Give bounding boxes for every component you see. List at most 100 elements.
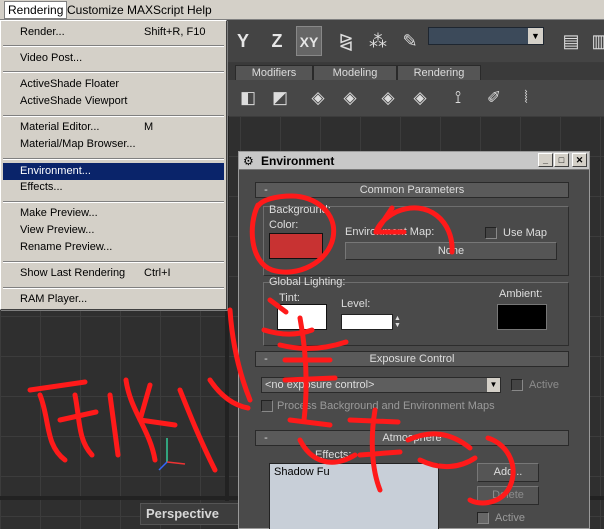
plane-icon[interactable]: ◩: [267, 86, 293, 110]
menu-item-label: RAM Player...: [20, 293, 88, 305]
chevron-down-icon: ▼: [528, 28, 543, 44]
menu-rendering[interactable]: Rendering: [4, 1, 68, 19]
optimize-icon[interactable]: ◈: [407, 86, 433, 110]
menu-separator: [3, 158, 224, 160]
use-map-label: Use Map: [503, 227, 548, 239]
background-color-swatch[interactable]: [269, 233, 323, 259]
main-toolbar: Y Z XY ⧎ ⁂ ✎ ▤ ▥: [225, 20, 604, 62]
menu-item-render[interactable]: Render... Shift+R, F10: [3, 24, 224, 41]
tab-rendering[interactable]: Rendering: [397, 65, 481, 80]
menu-maxscript[interactable]: MAXScript: [127, 3, 184, 17]
menu-item-label: Render...: [20, 26, 65, 38]
list-item[interactable]: Shadow Fu: [274, 466, 330, 478]
exposure-active-label: Active: [529, 379, 559, 391]
rollout-title: Atmosphere: [382, 432, 442, 444]
tab-panel-shelf: ◧ ◩ ◈ ◈ ◈ ◈ ⟟ ✐ ⦚: [225, 80, 604, 116]
menu-item-show-last-rendering[interactable]: Show Last Rendering Ctrl+I: [3, 265, 224, 282]
process-background-checkbox[interactable]: [261, 400, 273, 412]
exposure-control-dropdown[interactable]: <no exposure control> ▼: [261, 377, 501, 393]
menu-separator: [3, 115, 224, 117]
menu-separator: [3, 201, 224, 203]
atmosphere-active-checkbox[interactable]: [477, 512, 489, 524]
schematic-icon[interactable]: ▥: [587, 28, 604, 54]
menu-item-label: ActiveShade Floater: [20, 78, 120, 90]
background-label: Background:: [269, 204, 331, 216]
menu-item-label: Video Post...: [20, 52, 83, 64]
menu-item-ram-player[interactable]: RAM Player...: [3, 291, 224, 308]
delete-effect-button[interactable]: Delete: [477, 486, 539, 505]
maximize-button[interactable]: □: [554, 153, 569, 167]
rendering-menu: Render... Shift+R, F10 Video Post... Act…: [0, 20, 227, 310]
viewport-label[interactable]: Perspective: [140, 503, 240, 525]
menu-item-label: Material Editor...: [20, 121, 100, 133]
mesh-icon[interactable]: ◈: [305, 86, 331, 110]
tint-label: Tint:: [279, 292, 300, 304]
add-effect-button[interactable]: Add...: [477, 463, 539, 482]
box-icon[interactable]: ◧: [235, 86, 261, 110]
collapse-icon: -: [264, 353, 268, 365]
menu-item-label: Make Preview...: [20, 207, 98, 219]
effects-label: Effects:: [315, 449, 352, 461]
named-selection-dropdown[interactable]: ▼: [428, 27, 544, 45]
menu-item-activeshade-floater[interactable]: ActiveShade Floater: [3, 76, 224, 93]
exposure-control-rollout[interactable]: - Exposure Control: [255, 351, 569, 367]
exposure-active-checkbox[interactable]: [511, 379, 523, 391]
menu-separator: [3, 287, 224, 289]
axis-xy-button[interactable]: XY: [296, 26, 322, 56]
menu-item-environment[interactable]: Environment...: [3, 163, 224, 180]
menu-item-make-preview[interactable]: Make Preview...: [3, 205, 224, 222]
light-icon[interactable]: ✐: [481, 86, 507, 110]
menu-item-effects[interactable]: Effects...: [3, 179, 224, 196]
tab-modeling[interactable]: Modeling: [313, 65, 397, 80]
axis-z-button[interactable]: Z: [264, 26, 290, 56]
process-background-label: Process Background and Environment Maps: [277, 400, 495, 412]
color-label: Color:: [269, 219, 299, 231]
environment-map-label: Environment Map:: [345, 226, 435, 238]
mesh-smooth-icon[interactable]: ◈: [337, 86, 363, 110]
spring-icon[interactable]: ⦚: [513, 86, 539, 110]
tab-modifiers[interactable]: Modifiers: [235, 65, 313, 80]
environment-map-button[interactable]: None: [345, 242, 557, 260]
axis-tripod-icon: [158, 438, 186, 471]
level-spinner-input[interactable]: [341, 314, 393, 330]
menu-item-label: Show Last Rendering: [20, 267, 126, 279]
chevron-down-icon: ▼: [487, 378, 500, 392]
common-parameters-rollout[interactable]: - Common Parameters: [255, 182, 569, 198]
dropdown-value: <no exposure control>: [265, 379, 375, 391]
menu-item-rename-preview[interactable]: Rename Preview...: [3, 239, 224, 256]
menu-item-label: Rename Preview...: [20, 241, 113, 253]
eraser-icon[interactable]: ✎: [397, 28, 423, 54]
tessellate-icon[interactable]: ◈: [375, 86, 401, 110]
menu-item-view-preview[interactable]: View Preview...: [3, 222, 224, 239]
use-map-checkbox[interactable]: [485, 227, 497, 239]
ambient-color-swatch[interactable]: [497, 304, 547, 330]
mirror-icon[interactable]: ⧎: [333, 28, 359, 54]
menu-separator: [3, 45, 224, 47]
rollout-title: Exposure Control: [369, 353, 455, 365]
menu-item-activeshade-viewport[interactable]: ActiveShade Viewport: [3, 93, 224, 110]
bone-icon[interactable]: ⟟: [445, 86, 471, 110]
menu-item-shortcut: M: [144, 121, 154, 133]
menu-help[interactable]: Help: [187, 3, 212, 17]
atmosphere-rollout[interactable]: - Atmosphere: [255, 430, 569, 446]
menu-separator: [3, 261, 224, 263]
global-lighting-label: Global Lighting:: [269, 276, 346, 288]
menu-item-label: Material/Map Browser...: [20, 138, 136, 150]
curve-editor-icon[interactable]: ▤: [558, 28, 584, 54]
menu-item-video-post[interactable]: Video Post...: [3, 50, 224, 67]
minimize-button[interactable]: _: [538, 153, 553, 167]
array-icon[interactable]: ⁂: [365, 28, 391, 54]
menu-customize[interactable]: Customize: [67, 3, 124, 17]
menu-item-shortcut: Shift+R, F10: [144, 26, 206, 38]
axis-y-button[interactable]: Y: [230, 26, 256, 56]
menu-item-material-map-browser[interactable]: Material/Map Browser...: [3, 136, 224, 153]
rollout-title: Common Parameters: [359, 184, 465, 196]
dialog-title-bar[interactable]: ⚙ Environment _ □ ✕: [239, 152, 589, 170]
dialog-title: Environment: [261, 154, 335, 168]
close-button[interactable]: ✕: [572, 153, 587, 167]
environment-dialog: ⚙ Environment _ □ ✕ - Common Parameters …: [238, 151, 590, 529]
tint-color-swatch[interactable]: [277, 304, 327, 330]
menu-item-material-editor[interactable]: Material Editor... M: [3, 119, 224, 136]
spinner-arrows-icon[interactable]: ▲ ▼: [394, 315, 402, 329]
effects-listbox[interactable]: Shadow Fu: [269, 463, 439, 529]
